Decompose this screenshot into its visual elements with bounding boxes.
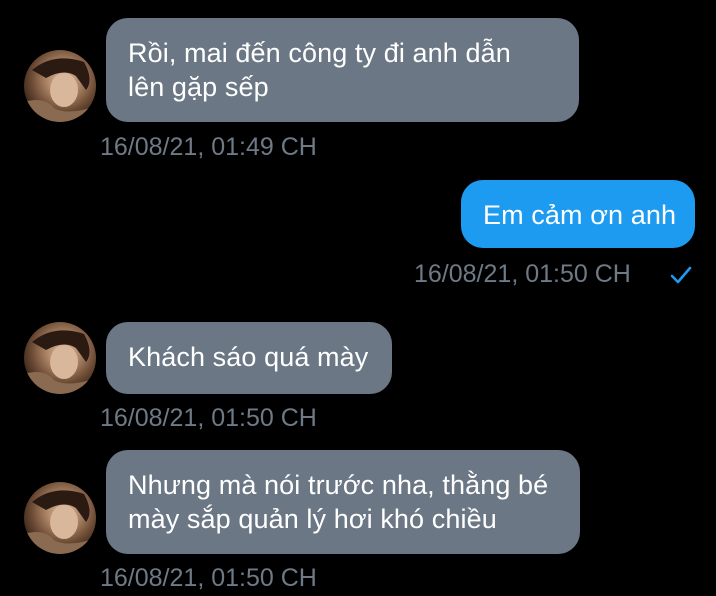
avatar-photo-icon — [24, 330, 96, 394]
avatar-photo-icon — [24, 490, 96, 554]
message-text-line: mày sắp quản lý hơi khó chiều — [128, 504, 497, 534]
message-text-line: Nhưng mà nói trước nha, thằng bé — [128, 470, 549, 500]
message-timestamp: 16/08/21, 01:50 CH — [100, 404, 317, 432]
chat-thread: Rồi, mai đến công ty đi anh dẫn lên gặp … — [0, 0, 716, 596]
avatar[interactable] — [24, 482, 96, 554]
avatar[interactable] — [24, 322, 96, 394]
message-text-line: lên gặp sếp — [128, 72, 269, 102]
message-timestamp: 16/08/21, 01:49 CH — [100, 133, 317, 161]
message-timestamp: 16/08/21, 01:50 CH — [414, 260, 631, 288]
message-bubble[interactable]: Khách sáo quá mày — [106, 322, 392, 394]
avatar-photo-icon — [24, 58, 96, 122]
message-bubble[interactable]: Nhưng mà nói trước nha, thằng bé mày sắp… — [106, 450, 580, 554]
checkmark-icon — [670, 266, 692, 284]
message-text-line: Khách sáo quá mày — [128, 342, 369, 372]
message-text-line: Rồi, mai đến công ty đi anh dẫn — [128, 38, 511, 68]
avatar[interactable] — [24, 50, 96, 122]
message-timestamp: 16/08/21, 01:50 CH — [100, 564, 317, 592]
message-bubble-outgoing[interactable]: Em cảm ơn anh — [461, 180, 695, 248]
message-bubble[interactable]: Rồi, mai đến công ty đi anh dẫn lên gặp … — [106, 18, 579, 122]
message-text-line: Em cảm ơn anh — [483, 200, 677, 230]
